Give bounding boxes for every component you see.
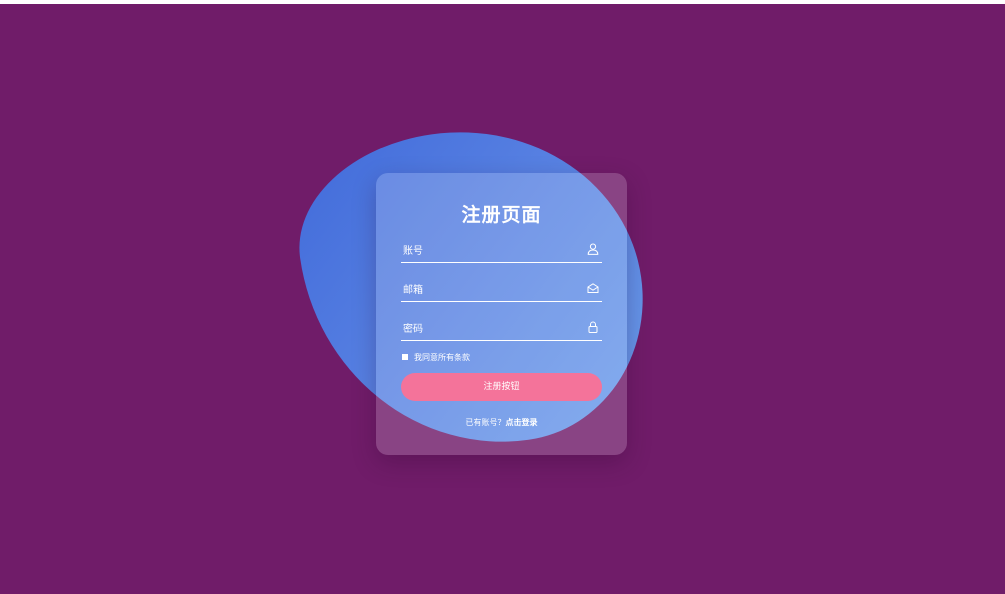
- register-card: 注册页面 我同意所有条款 注册按钮: [376, 173, 627, 455]
- user-icon: [587, 243, 599, 255]
- email-input[interactable]: [403, 281, 573, 299]
- login-prompt: 已有账号？点击登录: [376, 417, 627, 428]
- agree-terms[interactable]: 我同意所有条款: [402, 351, 470, 363]
- lock-icon: [588, 321, 598, 333]
- password-field: [401, 320, 602, 341]
- register-button[interactable]: 注册按钮: [401, 373, 602, 401]
- email-field: [401, 281, 602, 302]
- envelope-icon: [587, 283, 599, 293]
- page-title: 注册页面: [461, 204, 542, 226]
- agree-checkbox[interactable]: [402, 354, 408, 360]
- username-field: [401, 242, 602, 263]
- login-prompt-text: 已有账号？: [465, 418, 506, 427]
- page-background: 注册页面 我同意所有条款 注册按钮: [0, 4, 1005, 594]
- login-link[interactable]: 点击登录: [506, 418, 538, 427]
- username-input[interactable]: [403, 242, 573, 260]
- agree-label: 我同意所有条款: [414, 352, 470, 362]
- password-input[interactable]: [403, 320, 573, 338]
